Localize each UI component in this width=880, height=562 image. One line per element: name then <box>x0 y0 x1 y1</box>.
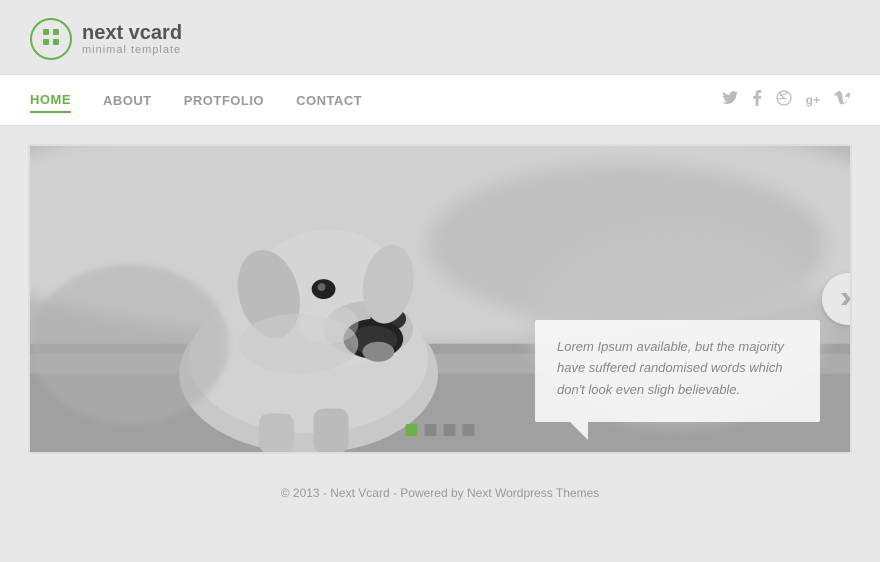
caption-area: Lorem Ipsum available, but the majority … <box>535 320 820 422</box>
arrow-icon <box>838 289 852 309</box>
googleplus-icon[interactable]: g+ <box>806 93 820 107</box>
dot-3[interactable] <box>444 424 456 436</box>
footer-text: © 2013 - Next Vcard - Powered by Next Wo… <box>281 486 600 500</box>
nav-home[interactable]: HOME <box>30 88 71 113</box>
header: next vcard minimal template <box>0 0 880 74</box>
nav-about[interactable]: ABOUT <box>103 89 152 112</box>
logo-text: next vcard minimal template <box>82 22 182 56</box>
slider: Lorem Ipsum available, but the majority … <box>28 144 852 454</box>
slide-indicators <box>406 424 475 436</box>
dot-4[interactable] <box>463 424 475 436</box>
logo-subtitle: minimal template <box>82 44 182 56</box>
logo-title: next vcard <box>82 22 182 44</box>
nav-contact[interactable]: CONTACT <box>296 89 362 112</box>
dot-2[interactable] <box>425 424 437 436</box>
dribbble-icon[interactable] <box>776 90 792 110</box>
nav-links: HOME ABOUT PROTFOLIO CONTACT <box>30 88 722 113</box>
caption-text: Lorem Ipsum available, but the majority … <box>557 339 784 397</box>
twitter-icon[interactable] <box>722 91 738 109</box>
logo-icon-circle <box>30 18 72 60</box>
nav-portfolio[interactable]: PROTFOLIO <box>184 89 264 112</box>
dot-1[interactable] <box>406 424 418 436</box>
facebook-icon[interactable] <box>752 90 762 110</box>
nav-social: g+ <box>722 90 850 110</box>
logo-icon <box>40 26 62 53</box>
vimeo-icon[interactable] <box>834 91 850 109</box>
navbar: HOME ABOUT PROTFOLIO CONTACT g+ <box>0 74 880 126</box>
footer: © 2013 - Next Vcard - Powered by Next Wo… <box>0 472 880 514</box>
